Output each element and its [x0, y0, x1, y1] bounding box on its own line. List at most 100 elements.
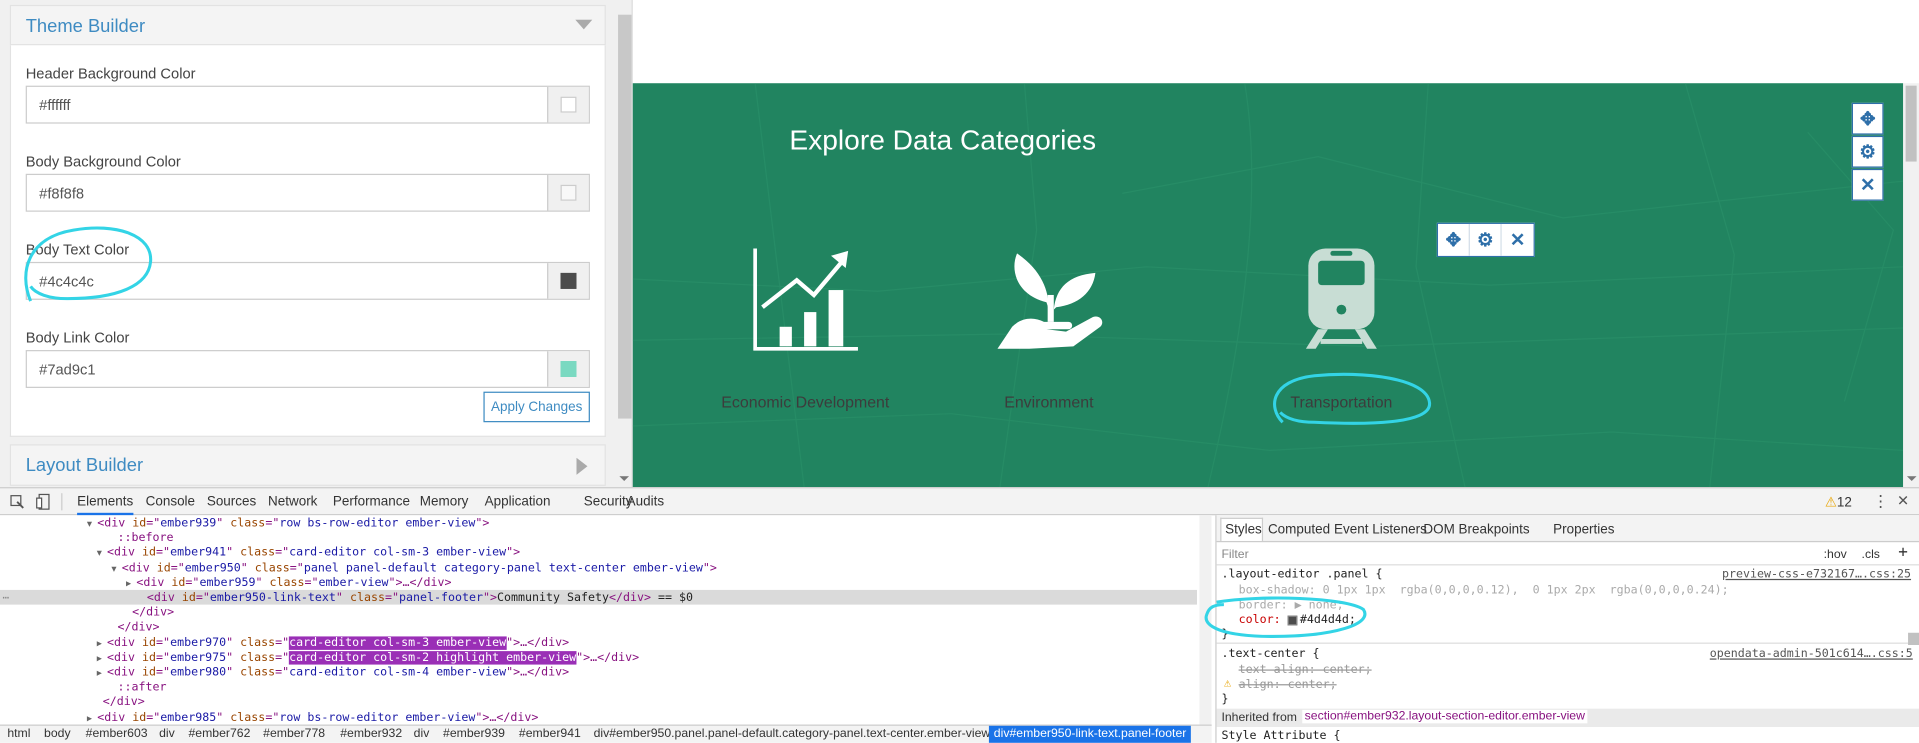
annotation-circle — [24, 226, 153, 302]
plant-hand-icon — [997, 253, 1103, 349]
header-bg-color-value: #ffffff — [39, 96, 71, 114]
annotation-circle — [1204, 596, 1367, 638]
dom-node-line[interactable]: ▶ <div id="ember975" class="card-editor … — [97, 650, 639, 666]
section-close-icon[interactable]: ✕ — [1851, 168, 1884, 201]
scroll-down-arrow-icon[interactable] — [619, 476, 630, 482]
styles-filter-input[interactable]: Filter — [1221, 548, 1248, 561]
body-bg-color-value: #f8f8f8 — [39, 184, 85, 202]
dom-node-line[interactable]: ▶ <div id="ember970" class="card-editor … — [97, 635, 569, 651]
body-link-color-field[interactable]: #7ad9c1 — [25, 350, 590, 388]
inherited-header: Inherited from section#ember932.layout-s… — [1216, 708, 1919, 727]
color-swatch — [560, 272, 577, 289]
dom-node-line[interactable]: <div id="ember950-link-text" class="pane… — [147, 591, 693, 606]
breadcrumb-item[interactable]: #ember939 — [443, 727, 505, 740]
breadcrumb-item[interactable]: div#ember950.panel.panel-default.categor… — [594, 727, 991, 740]
dom-node-line[interactable]: ▶ <div id="ember985" class="row bs-row-e… — [87, 711, 538, 725]
elements-dom-tree: … ▼ <div id="ember939" class="row bs-row… — [0, 515, 1212, 725]
theme-builder-header[interactable]: Theme Builder — [9, 4, 606, 46]
close-devtools-icon[interactable]: ✕ — [1897, 492, 1909, 509]
breadcrumb-item[interactable]: #ember762 — [188, 727, 250, 740]
breadcrumb-item[interactable]: div — [159, 727, 175, 740]
expand-toggle-icon[interactable]: ▶ — [97, 653, 107, 663]
gear-icon[interactable]: ⚙ — [1469, 223, 1502, 256]
dom-node-line[interactable]: ▶ <div id="ember959" class="ember-view">… — [126, 576, 451, 591]
breadcrumb-item[interactable]: #ember941 — [519, 727, 581, 740]
dom-node-line[interactable]: ▼ <div id="ember950" class="panel panel-… — [111, 561, 716, 576]
rule-source-link[interactable]: opendata-admin-501c614….css:5 — [1710, 647, 1913, 660]
breadcrumb-item[interactable]: div — [414, 727, 430, 740]
expand-toggle-icon[interactable]: ▼ — [97, 549, 107, 559]
dom-node-line[interactable]: ▼ <div id="ember941" class="card-editor … — [97, 546, 520, 561]
header-bg-color-field[interactable]: #ffffff — [25, 85, 590, 124]
breadcrumb-item[interactable]: body — [44, 727, 71, 740]
breadcrumb-item[interactable]: div#ember950-link-text.panel-footer — [988, 725, 1192, 743]
styles-subtab-event-listeners[interactable]: Event Listeners — [1334, 523, 1427, 538]
hov-toggle[interactable]: :hov — [1824, 548, 1847, 561]
expand-toggle-icon[interactable]: ▶ — [97, 668, 107, 678]
breadcrumb-item[interactable]: #ember932 — [340, 727, 402, 740]
breadcrumb-item[interactable]: #ember778 — [263, 727, 325, 740]
styles-subtab-computed[interactable]: Computed — [1268, 523, 1330, 538]
dom-node-line[interactable]: </div> — [103, 696, 145, 711]
close-icon[interactable]: ✕ — [1501, 223, 1534, 256]
layout-builder-title: Layout Builder — [25, 455, 144, 477]
dom-node-line[interactable]: ::before — [117, 531, 173, 546]
category-label[interactable]: Environment — [926, 393, 1171, 411]
scroll-down-arrow-icon[interactable] — [1906, 476, 1917, 482]
section-move-icon[interactable]: ✥ — [1851, 102, 1884, 135]
styles-subtab-styles[interactable]: Styles — [1225, 523, 1262, 538]
move-icon[interactable]: ✥ — [1438, 223, 1470, 256]
dom-node-line[interactable]: ::after — [117, 681, 166, 696]
apply-changes-button[interactable]: Apply Changes — [483, 391, 590, 423]
dom-node-line[interactable]: ▼ <div id="ember939" class="row bs-row-e… — [87, 516, 489, 531]
devtools-tab-performance[interactable]: Performance — [333, 494, 410, 509]
chevron-down-icon — [575, 19, 593, 30]
devtools-tab-console[interactable]: Console — [146, 494, 195, 509]
expand-toggle-icon[interactable]: ▶ — [126, 579, 136, 589]
devtools-tab-elements[interactable]: Elements — [77, 494, 134, 516]
body-bg-color-field[interactable]: #f8f8f8 — [25, 173, 590, 212]
expand-toggle-icon[interactable]: ▼ — [111, 564, 121, 574]
styles-scrollbar[interactable] — [1908, 632, 1919, 645]
category-label[interactable]: Economic Development — [683, 393, 928, 411]
color-picker-button[interactable] — [547, 175, 589, 211]
css-property-text-align[interactable]: text-align: center; — [1239, 663, 1372, 676]
rule-source-link[interactable]: preview-css-e732167….css:25 — [1722, 568, 1911, 581]
expand-toggle-icon[interactable]: ▶ — [97, 638, 107, 648]
dom-node-line[interactable]: </div> — [132, 606, 174, 621]
inherited-source-link[interactable]: section#ember932.layout-section-editor.e… — [1302, 709, 1588, 724]
device-toggle-icon[interactable] — [35, 493, 50, 510]
warning-count[interactable]: ⚠12 — [1825, 494, 1852, 511]
color-picker-button[interactable] — [547, 351, 589, 387]
inspect-icon[interactable] — [10, 494, 25, 509]
devtools-tab-application[interactable]: Application — [485, 494, 551, 509]
section-gear-icon[interactable]: ⚙ — [1851, 135, 1884, 168]
dom-node-line[interactable]: </div> — [117, 621, 159, 636]
style-attribute-rule[interactable]: Style Attribute { — [1221, 729, 1340, 742]
chart-growth-icon — [753, 248, 858, 351]
styles-subtab-properties[interactable]: Properties — [1553, 523, 1614, 538]
devtools-tab-memory[interactable]: Memory — [420, 494, 469, 509]
css-property-align[interactable]: align: center; — [1239, 678, 1337, 691]
breadcrumb-item[interactable]: html — [7, 727, 30, 740]
breadcrumb-item[interactable]: #ember603 — [86, 727, 148, 740]
rule-selector: .layout-editor .panel { — [1221, 567, 1383, 582]
color-swatch — [560, 184, 577, 201]
dom-node-line[interactable]: ▶ <div id="ember980" class="card-editor … — [97, 666, 569, 681]
annotation-circle — [1273, 372, 1432, 425]
devtools-tab-security[interactable]: Security — [584, 494, 633, 509]
more-menu-icon[interactable]: ⋮ — [1873, 492, 1889, 512]
styles-subtab-dom-breakpoints[interactable]: DOM Breakpoints — [1423, 523, 1529, 538]
devtools-tab-audits[interactable]: Audits — [627, 494, 664, 509]
color-picker-button[interactable] — [547, 263, 589, 299]
cls-toggle[interactable]: .cls — [1862, 548, 1880, 561]
expand-toggle-icon[interactable]: ▶ — [87, 713, 97, 723]
devtools-tab-network[interactable]: Network — [268, 494, 317, 509]
devtools-tab-sources[interactable]: Sources — [207, 494, 256, 509]
color-picker-button[interactable] — [547, 86, 589, 123]
preview-scrollbar[interactable] — [1903, 83, 1919, 488]
layout-builder-header[interactable]: Layout Builder — [9, 444, 606, 486]
add-rule-icon[interactable]: + — [1898, 543, 1908, 561]
sidebar-scrollbar[interactable] — [618, 14, 632, 419]
expand-toggle-icon[interactable]: ▼ — [87, 519, 97, 529]
